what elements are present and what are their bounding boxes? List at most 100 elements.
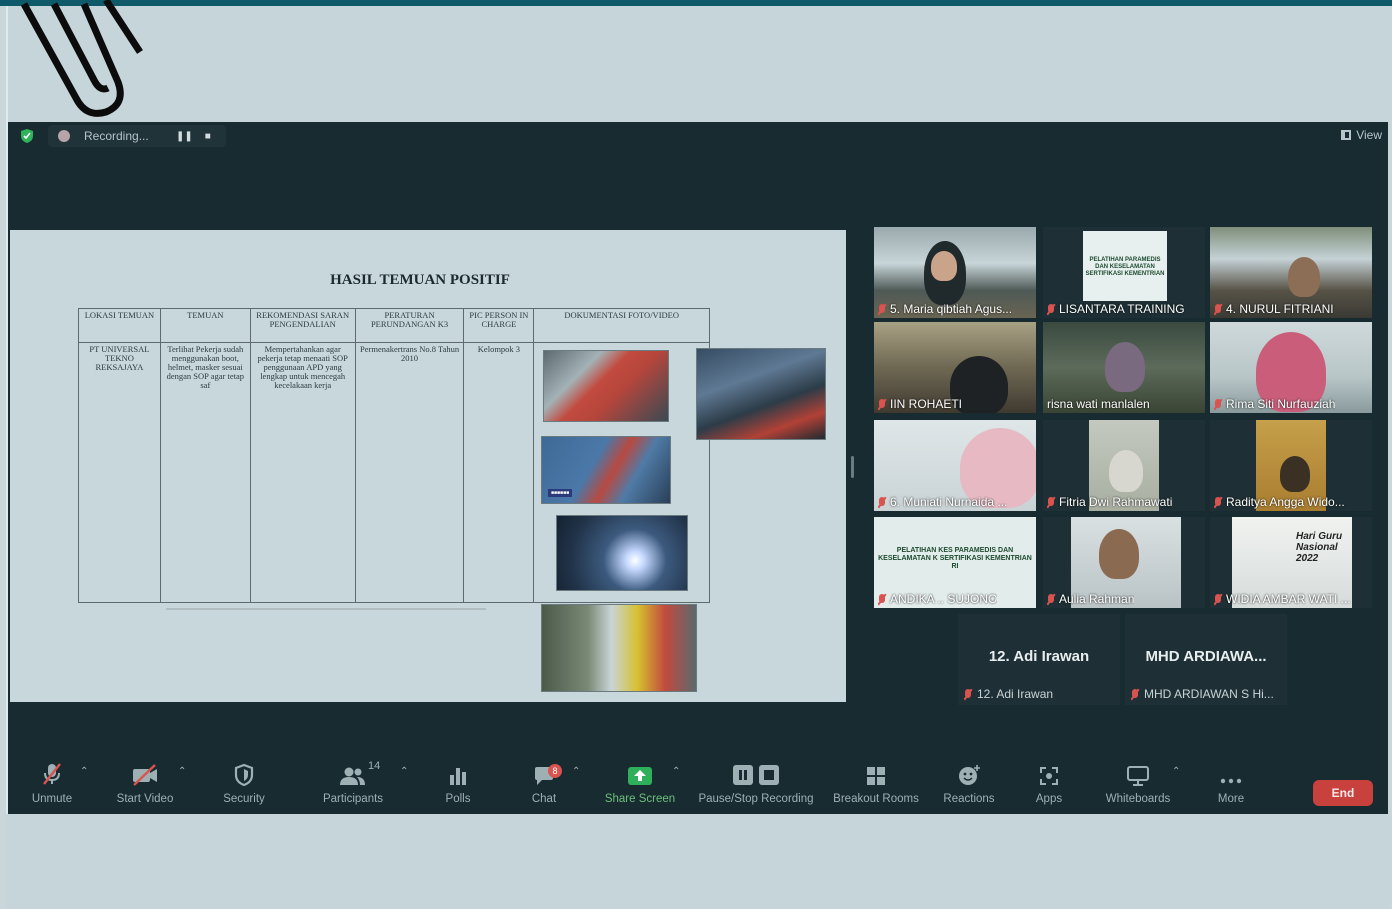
event-poster-text: Hari Guru Nasional 2022 [1296, 531, 1343, 564]
pause-stop-recording-button[interactable]: Pause/Stop Recording [698, 758, 814, 814]
participant-tile[interactable]: Rima Siti Nurfauziah [1210, 322, 1372, 413]
participant-name: WIDIA AMBAR WATI ... [1214, 592, 1351, 606]
participant-name: Raditya Angga Wido... [1214, 495, 1345, 509]
meeting-top-bar: Recording... ❚❚ ■ View [8, 122, 1388, 150]
participant-name-tile[interactable]: 12. Adi Irawan 12. Adi Irawan [958, 614, 1120, 705]
whiteboards-options-caret-icon[interactable]: ⌃ [1172, 766, 1180, 777]
participant-tile[interactable]: Aulia Rahman [1043, 517, 1205, 608]
participant-name: Rima Siti Nurfauziah [1214, 397, 1335, 411]
table-cell-lokasi: PT UNIVERSAL TEKNO REKSAJAYA [78, 342, 161, 603]
table-header: PIC PERSON IN CHARGE [463, 308, 535, 343]
share-screen-button[interactable]: Share Screen [602, 758, 678, 814]
apps-label: Apps [1035, 793, 1063, 805]
mic-muted-icon [1214, 303, 1222, 315]
participant-tile[interactable]: PELATIHAN KES PARAMEDIS DAN KESELAMATAN … [874, 517, 1036, 608]
mic-muted-icon [878, 398, 886, 410]
table-cell-pic: Kelompok 3 [463, 342, 535, 603]
mic-muted-icon [878, 593, 886, 605]
photo-caption: ■■■■■■ [548, 489, 573, 497]
mic-muted-icon [1131, 688, 1139, 700]
whiteboards-button[interactable]: Whiteboards [1098, 758, 1178, 814]
stop-recording-icon[interactable]: ■ [205, 131, 211, 142]
participant-figure [1288, 257, 1320, 297]
documentation-photo [543, 350, 669, 422]
pause-recording-icon[interactable]: ❚❚ [176, 131, 193, 142]
participant-name: 5. Maria qibtiah Agus... [878, 302, 1012, 316]
apps-icon [1040, 767, 1058, 785]
mic-muted-icon [878, 496, 886, 508]
table-header: TEMUAN [159, 308, 251, 343]
slide-divider [166, 608, 486, 610]
participant-name: 12. Adi Irawan [964, 687, 1053, 701]
participant-tile[interactable]: IIN ROHAETI [874, 322, 1036, 413]
chat-button[interactable]: Chat [518, 758, 570, 814]
chat-options-caret-icon[interactable]: ⌃ [572, 766, 580, 777]
participant-figure [1099, 529, 1139, 579]
breakout-rooms-button[interactable]: Breakout Rooms [830, 758, 922, 814]
mic-muted-icon [1214, 398, 1222, 410]
share-screen-label: Share Screen [604, 793, 676, 805]
mic-muted-icon [1047, 593, 1055, 605]
participant-tile[interactable]: 4. NURUL FITRIANI [1210, 227, 1372, 318]
documentation-photo: ■■■■■■ [541, 436, 671, 504]
panel-splitter-handle[interactable] [851, 456, 854, 478]
security-shield-icon [234, 764, 254, 786]
mic-muted-icon [1214, 496, 1222, 508]
participant-tile-active-speaker[interactable]: risna wati manlalen [1043, 322, 1205, 413]
participants-options-caret-icon[interactable]: ⌃ [400, 766, 408, 777]
paperclip-icon [20, 0, 143, 117]
more-button[interactable]: More [1206, 758, 1256, 814]
video-options-caret-icon[interactable]: ⌃ [178, 766, 186, 777]
reactions-smiley-icon [959, 765, 980, 785]
participant-name: 6. Muniati Nurnaida ... [878, 495, 1007, 509]
chat-label: Chat [531, 793, 557, 805]
start-video-button[interactable]: Start Video [112, 758, 178, 814]
reactions-label: Reactions [943, 793, 995, 805]
training-banner: PELATIHAN KES PARAMEDIS DAN KESELAMATAN … [878, 547, 1032, 571]
chat-unread-badge: 8 [548, 764, 562, 778]
encryption-shield-icon[interactable] [20, 129, 34, 143]
participant-tile[interactable]: PELATIHAN PARAMEDIS DAN KESELAMATAN SERT… [1043, 227, 1205, 318]
apps-button[interactable]: Apps [1026, 758, 1072, 814]
share-options-caret-icon[interactable]: ⌃ [672, 766, 680, 777]
zoom-meeting-window: Recording... ❚❚ ■ View HASIL TEMUAN POSI… [8, 122, 1388, 814]
mic-muted-icon [1047, 303, 1055, 315]
participant-name: IIN ROHAETI [878, 397, 962, 411]
share-screen-arrow-icon [628, 767, 652, 785]
participants-label: Participants [322, 793, 384, 805]
participant-tile[interactable]: 6. Muniati Nurnaida ... [874, 420, 1036, 511]
photo-frame-bottom [6, 814, 1390, 909]
participant-name: ANDIKA .. SUJONO [878, 592, 997, 606]
unmute-label: Unmute [31, 793, 73, 805]
recording-label: Recording... [84, 129, 149, 143]
participant-tile[interactable]: 5. Maria qibtiah Agus... [874, 227, 1036, 318]
polls-button[interactable]: Polls [432, 758, 484, 814]
recording-dot-icon [58, 130, 70, 142]
participant-figure [1105, 342, 1145, 392]
participant-tile[interactable]: Fitria Dwi Rahmawati [1043, 420, 1205, 511]
meeting-toolbar: Unmute ⌃ Start Video ⌃ Security Particip… [8, 758, 1388, 814]
end-meeting-button[interactable]: End [1313, 780, 1373, 806]
participants-icon [340, 767, 365, 785]
breakout-rooms-grid-icon [867, 767, 885, 785]
unmute-options-caret-icon[interactable]: ⌃ [80, 766, 88, 777]
reactions-button[interactable]: Reactions [938, 758, 1000, 814]
view-button[interactable]: View [1341, 128, 1382, 142]
participant-tile[interactable]: Hari Guru Nasional 2022 WIDIA AMBAR WATI… [1210, 517, 1372, 608]
slide-title: HASIL TEMUAN POSITIF [330, 272, 510, 288]
participant-name: risna wati manlalen [1047, 397, 1150, 411]
security-button[interactable]: Security [214, 758, 274, 814]
participant-name: Aulia Rahman [1047, 592, 1134, 606]
participant-name: LISANTARA TRAINING [1047, 302, 1185, 316]
participant-name: MHD ARDIAWAN S Hi... [1131, 687, 1274, 701]
participant-name-tile[interactable]: MHD ARDIAWA... MHD ARDIAWAN S Hi... [1125, 614, 1287, 705]
security-label: Security [223, 793, 265, 805]
pause-stop-recording-label: Pause/Stop Recording [698, 793, 814, 805]
unmute-button[interactable]: Unmute [22, 758, 82, 814]
more-dots-icon [1220, 778, 1242, 784]
polls-bar-chart-icon [450, 768, 466, 785]
mic-muted-icon [1047, 496, 1055, 508]
view-label: View [1356, 128, 1382, 142]
participant-tile[interactable]: Raditya Angga Wido... [1210, 420, 1372, 511]
participant-display-name: 12. Adi Irawan [988, 648, 1090, 665]
